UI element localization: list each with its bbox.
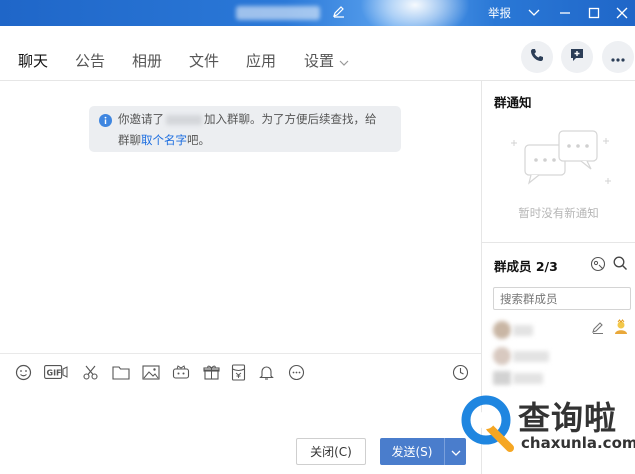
emoji-icon[interactable] bbox=[13, 362, 33, 382]
gif-icon[interactable]: GIF bbox=[44, 362, 68, 382]
add-member-button[interactable] bbox=[561, 41, 593, 73]
search-icon[interactable] bbox=[613, 256, 628, 275]
phone-icon bbox=[529, 47, 545, 67]
chevron-down-icon bbox=[339, 53, 349, 71]
member-search-input[interactable] bbox=[493, 287, 631, 310]
info-icon bbox=[99, 113, 112, 134]
scissors-icon[interactable] bbox=[80, 362, 100, 382]
close-icon[interactable] bbox=[612, 3, 632, 23]
group-owner-icon bbox=[613, 319, 629, 339]
member-name-blurred bbox=[513, 351, 549, 362]
send-button[interactable]: 发送(S) bbox=[380, 438, 444, 465]
history-clock-icon[interactable] bbox=[450, 362, 470, 382]
edit-icon[interactable] bbox=[591, 320, 605, 339]
avatar[interactable] bbox=[493, 321, 511, 339]
title-bar: 举报 bbox=[0, 0, 635, 40]
report-link[interactable]: 举报 bbox=[488, 5, 511, 21]
red-packet-icon[interactable] bbox=[228, 362, 248, 382]
edit-icon[interactable] bbox=[332, 5, 346, 22]
tab-files[interactable]: 文件 bbox=[189, 50, 219, 71]
tab-bar: 聊天 公告 相册 文件 应用 设置 bbox=[0, 26, 635, 84]
group-notice-title: 群通知 bbox=[494, 95, 532, 110]
bell-icon[interactable] bbox=[256, 362, 276, 382]
tab-settings-label: 设置 bbox=[304, 52, 335, 70]
notice-text-1: 你邀请了 bbox=[118, 112, 164, 126]
system-notice: 你邀请了 加入群聊。为了方便后续查找，给 群聊取个名字吧。 bbox=[89, 106, 401, 152]
more-icon bbox=[610, 48, 626, 67]
watermark-text: 查询啦 bbox=[518, 399, 618, 437]
chevron-down-icon bbox=[451, 442, 461, 461]
blurred-member-name bbox=[166, 114, 202, 125]
more-tools-icon[interactable] bbox=[286, 362, 306, 382]
input-toolbar: GIF bbox=[0, 353, 481, 387]
tab-album[interactable]: 相册 bbox=[132, 50, 162, 71]
minimize-icon[interactable] bbox=[555, 3, 575, 23]
watermark-logo-icon bbox=[460, 392, 518, 456]
members-title: 群成员 2/3 bbox=[494, 259, 558, 274]
empty-notice-text: 暂时没有新通知 bbox=[518, 206, 599, 220]
maximize-icon[interactable] bbox=[584, 3, 604, 23]
svg-text:GIF: GIF bbox=[47, 369, 62, 378]
member-name-blurred bbox=[513, 325, 533, 336]
name-group-link[interactable]: 取个名字 bbox=[141, 133, 187, 147]
image-icon[interactable] bbox=[141, 362, 161, 382]
add-chat-icon bbox=[569, 47, 585, 67]
phone-call-button[interactable] bbox=[521, 41, 553, 73]
watermark-url: chaxunla.com bbox=[521, 434, 635, 452]
notice-text-2: 加入群聊。为了方便后续查找，给 bbox=[204, 112, 377, 126]
member-settings-icon[interactable] bbox=[590, 256, 606, 276]
message-input-area[interactable]: 关闭(C) 发送(S) bbox=[0, 387, 481, 474]
avatar[interactable] bbox=[493, 347, 511, 365]
chevron-down-icon[interactable] bbox=[524, 3, 544, 23]
empty-notice-illustration-icon bbox=[507, 123, 612, 202]
tab-apps[interactable]: 应用 bbox=[246, 50, 276, 71]
member-name-blurred bbox=[513, 373, 543, 384]
notice-text-3: 群聊 bbox=[118, 133, 141, 147]
blurred-group-name bbox=[236, 6, 320, 20]
more-button[interactable] bbox=[602, 41, 634, 73]
gift-icon[interactable] bbox=[201, 362, 221, 382]
group-notice-panel: 群通知 暂时没有新通知 bbox=[482, 81, 635, 242]
sticker-icon[interactable] bbox=[171, 362, 191, 382]
folder-icon[interactable] bbox=[111, 362, 131, 382]
tab-announcement[interactable]: 公告 bbox=[75, 50, 105, 71]
notice-text-4: 吧。 bbox=[187, 133, 210, 147]
tab-settings[interactable]: 设置 bbox=[304, 50, 349, 71]
avatar[interactable] bbox=[493, 371, 511, 385]
chat-message-area[interactable]: 你邀请了 加入群聊。为了方便后续查找，给 群聊取个名字吧。 bbox=[0, 81, 481, 353]
close-button[interactable]: 关闭(C) bbox=[296, 438, 366, 465]
tab-chat[interactable]: 聊天 bbox=[18, 50, 49, 84]
